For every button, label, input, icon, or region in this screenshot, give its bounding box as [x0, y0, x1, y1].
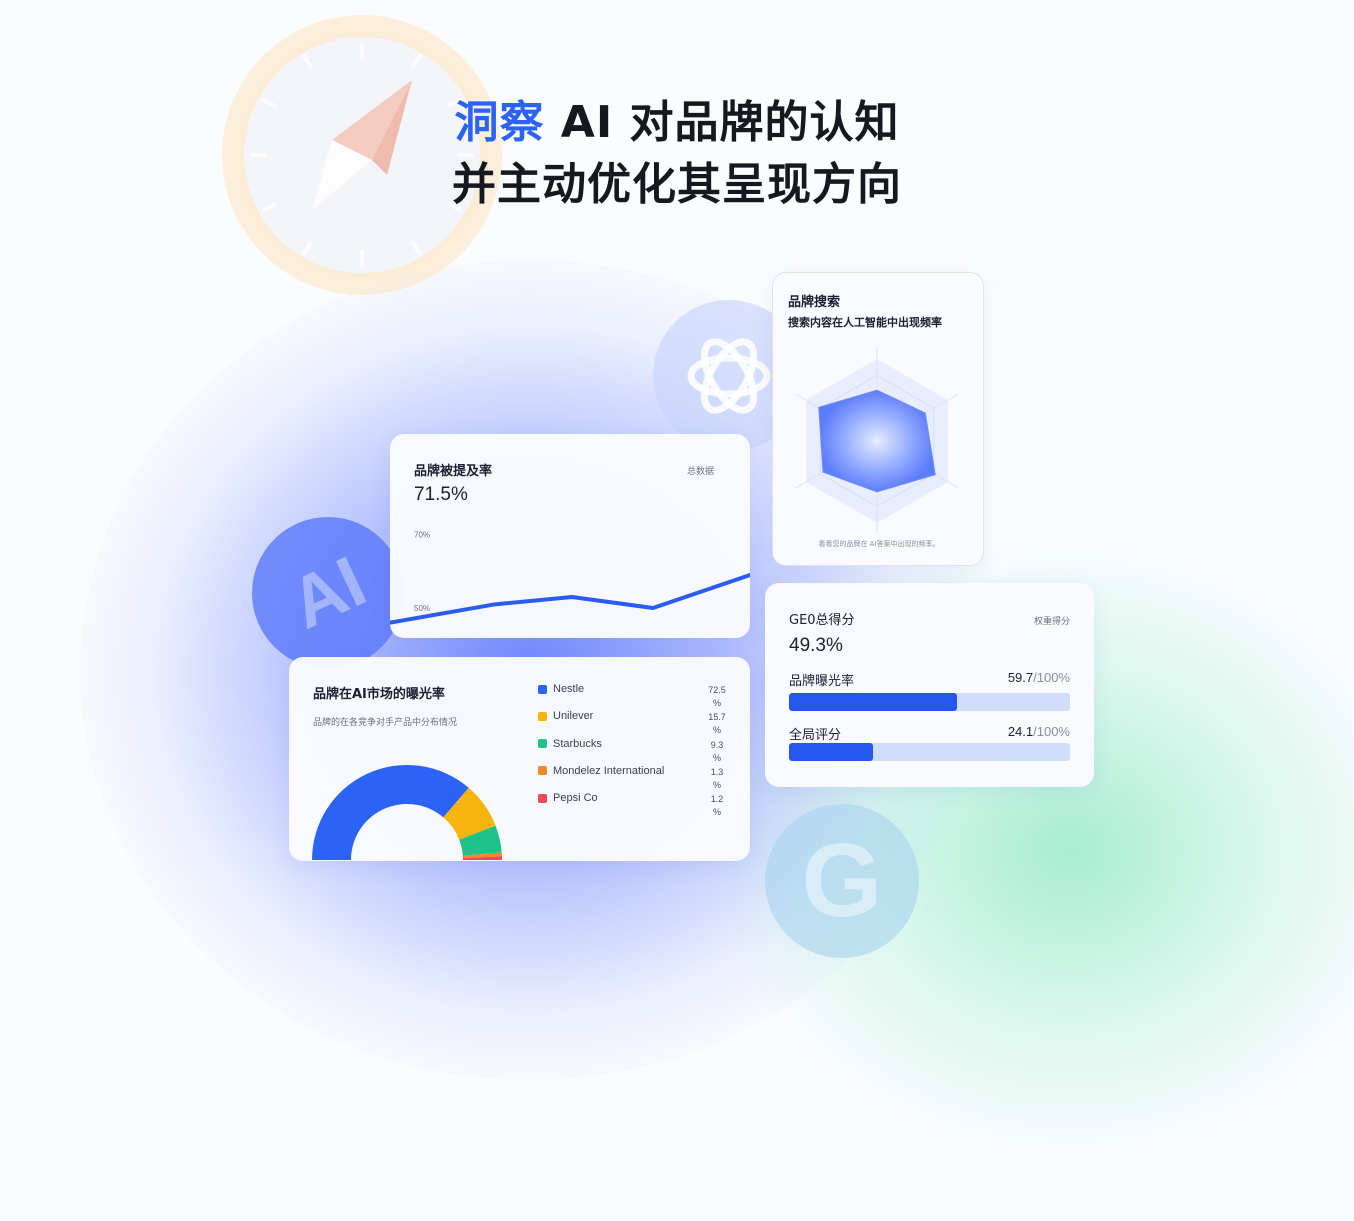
y-tick-label: 50% — [414, 604, 430, 613]
bar-value-exposure: 59.7/100% — [1008, 670, 1070, 685]
geo-score-value: 49.3% — [789, 635, 843, 656]
legend-swatch — [538, 711, 547, 721]
market-exposure-card: 品牌在AI市场的曝光率 品牌的在各竞争对手产品中分布情况 Nestle 72.5%… — [289, 657, 750, 861]
brand-search-subtitle: 搜索内容在人工智能中出现频率 — [788, 316, 942, 329]
legend-value-number: 72.5 — [708, 685, 726, 695]
legend-value: 1.2% — [697, 793, 737, 819]
google-badge: G — [765, 804, 919, 958]
bar-fill-exposure — [789, 693, 957, 711]
geo-score-title: GE0总得分 — [789, 613, 855, 628]
bar-label-exposure: 品牌曝光率 — [789, 674, 855, 689]
mention-line-chart: 70% 50% — [390, 531, 750, 625]
bar-value-exposure-max: /100% — [1033, 670, 1070, 685]
legend-value-unit: % — [712, 807, 721, 818]
radar-chart — [795, 347, 959, 533]
legend-value-unit: % — [712, 725, 721, 736]
legend-value-number: 9.3 — [710, 739, 724, 750]
ai-icon: AI — [278, 541, 378, 645]
legend-value: 15.7% — [697, 711, 737, 737]
bar-fill-overall — [789, 743, 874, 761]
legend-name: Pepsi Co — [553, 792, 598, 805]
headline-line2: 并主动优化其呈现方向 — [452, 159, 902, 210]
bar-track-overall — [789, 743, 1070, 761]
legend-item: Nestle — [538, 683, 584, 695]
headline-accent: 洞察 — [454, 97, 545, 148]
legend-name: Unilever — [553, 710, 594, 723]
donut-slice-nestle — [312, 765, 469, 860]
bar-value-overall-number: 24.1 — [1007, 724, 1034, 739]
bar-track-exposure — [789, 693, 1070, 711]
legend-swatch — [538, 684, 547, 694]
exposure-donut-chart — [312, 765, 502, 860]
ai-badge: AI — [252, 517, 404, 669]
legend-value-unit: % — [712, 752, 721, 763]
openai-icon — [687, 338, 771, 414]
bar-label-overall: 全局评分 — [789, 728, 842, 743]
google-icon: G — [801, 822, 883, 939]
mention-rate-card: 品牌被提及率 总数据 71.5% 70% 50% — [390, 434, 750, 638]
headline-line1-rest: AI 对品牌的认知 — [544, 97, 900, 148]
legend-item: Unilever — [538, 710, 593, 722]
geo-score-card: GE0总得分 权重得分 49.3% 品牌曝光率 59.7/100% 全局评分 2… — [765, 583, 1094, 787]
y-tick-label: 70% — [414, 531, 430, 540]
mention-series-line — [390, 573, 750, 625]
legend-name: Starbucks — [553, 737, 602, 750]
legend-value-unit: % — [712, 779, 721, 790]
brand-search-footnote: 看看您的品牌在 AI答案中出现的频率。 — [818, 540, 940, 548]
legend-swatch — [538, 793, 547, 803]
legend-name: Nestle — [553, 683, 585, 695]
legend-swatch — [538, 739, 547, 749]
legend-value-number: 1.2 — [710, 794, 724, 805]
brand-search-title: 品牌搜索 — [788, 295, 841, 310]
brand-search-card: 品牌搜索 搜索内容在人工智能中出现频率 看看您的品牌在 AI答案中出现的频率。 — [772, 272, 984, 566]
legend-item: Pepsi Co — [538, 792, 598, 804]
legend-item: Mondelez International — [538, 765, 664, 777]
bar-value-overall: 24.1/100% — [1008, 724, 1070, 739]
page-headline: 洞察 AI 对品牌的认知 并主动优化其呈现方向 — [0, 92, 1354, 216]
geo-score-scope: 权重得分 — [1033, 617, 1070, 627]
legend-value-number: 15.7 — [708, 712, 726, 723]
legend-item: Starbucks — [538, 738, 602, 750]
legend-value: 72.5% — [697, 684, 737, 710]
legend-swatch — [538, 766, 547, 776]
bar-value-exposure-number: 59.7 — [1007, 670, 1034, 685]
legend-value: 1.3% — [697, 766, 737, 792]
bar-value-overall-max: /100% — [1033, 724, 1070, 739]
legend-value-number: 1.3 — [710, 766, 724, 777]
legend-value-unit: % — [712, 698, 721, 708]
legend-name: Mondelez International — [553, 764, 665, 777]
legend-value: 9.3% — [697, 739, 737, 765]
